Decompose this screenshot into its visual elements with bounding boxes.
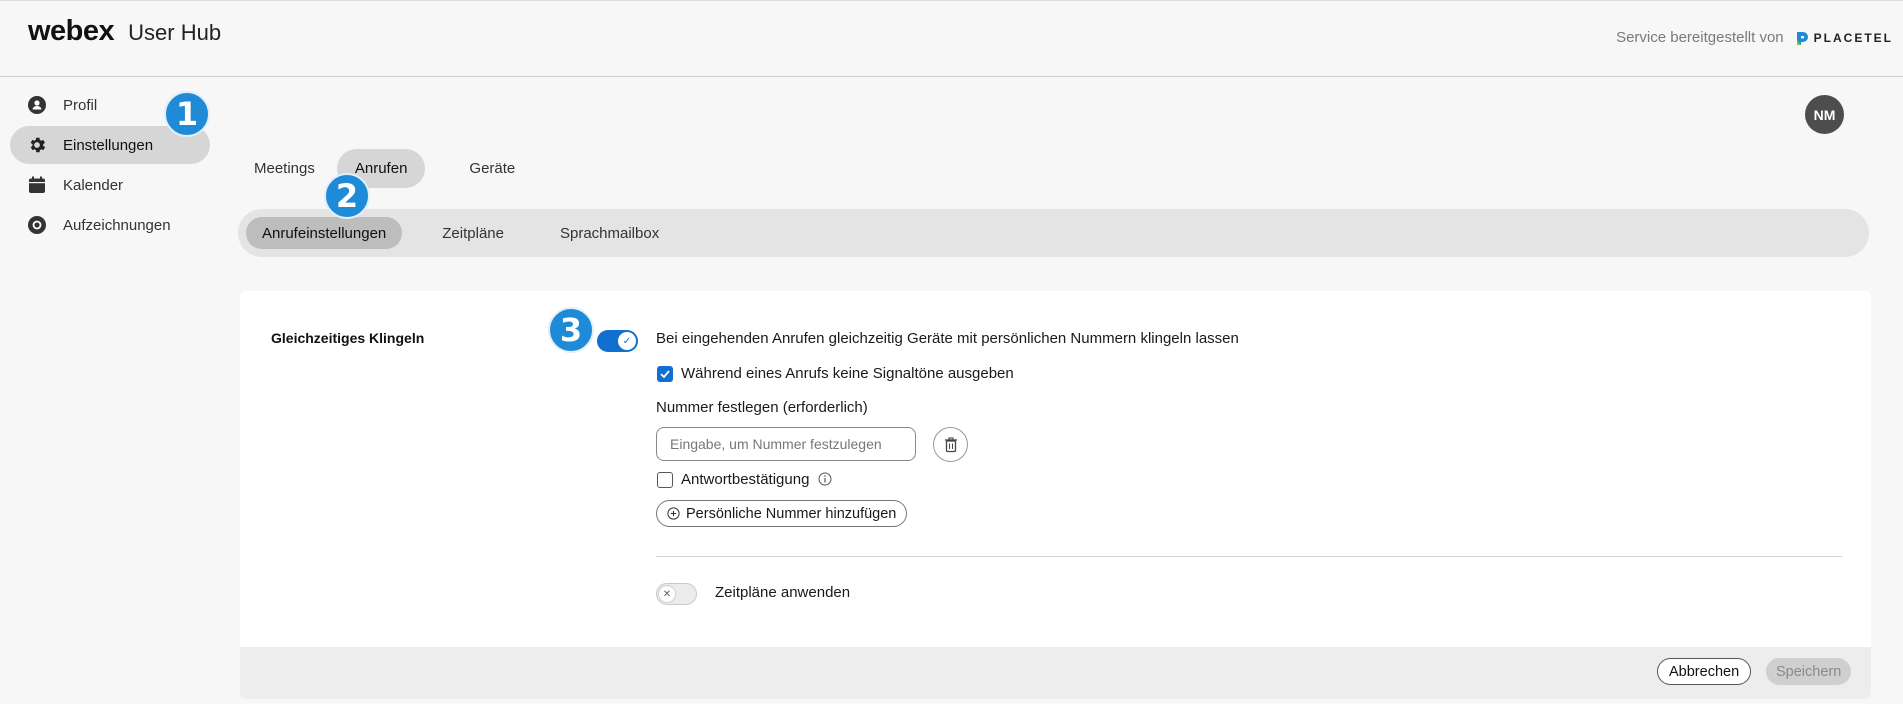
gear-icon (27, 135, 47, 155)
plus-circle-icon (667, 507, 680, 520)
provider-text: Service bereitgestellt von (1616, 29, 1784, 46)
section-title: Gleichzeitiges Klingeln (271, 330, 425, 346)
schedules-label: Zeitpläne anwenden (715, 584, 851, 601)
sidebar-item-label: Profil (63, 96, 98, 114)
add-number-label: Persönliche Nummer hinzufügen (686, 505, 897, 522)
card-footer (240, 647, 1871, 699)
x-icon: ✕ (658, 585, 676, 603)
schedules-toggle[interactable]: ✕ (656, 583, 697, 605)
simultaneous-ring-toggle[interactable]: ✓ (597, 330, 638, 352)
cancel-button[interactable]: Abbrechen (1657, 658, 1752, 685)
tab-geraete[interactable]: Geräte (455, 149, 529, 188)
subtab-zeitplaene[interactable]: Zeitpläne (426, 217, 520, 249)
checkmark-icon (660, 370, 670, 379)
sidebar-item-label: Einstellungen (63, 136, 154, 154)
placetel-logo-icon (1796, 31, 1808, 45)
profile-icon (27, 95, 47, 115)
step-badge-2: 2 (324, 173, 370, 219)
tab-meetings[interactable]: Meetings (240, 149, 329, 188)
provider-name: PLACETEL (1813, 30, 1893, 45)
webex-logo[interactable]: webex (28, 15, 115, 48)
save-button[interactable]: Speichern (1766, 658, 1852, 685)
provider-info: Service bereitgestellt von PLACETEL (1616, 29, 1893, 46)
user-avatar[interactable]: NM (1805, 95, 1844, 134)
answer-confirmation-label: Antwortbestätigung (681, 471, 810, 488)
answer-confirmation-checkbox[interactable] (657, 472, 673, 488)
no-tones-checkbox[interactable] (657, 366, 673, 382)
delete-number-button[interactable] (933, 427, 968, 462)
divider (656, 556, 1842, 557)
top-header: webex User Hub Service bereitgestellt vo… (0, 0, 1903, 77)
step-badge-3: 3 (548, 307, 594, 353)
settings-card: Gleichzeitiges Klingeln ✓ Bei eingehende… (240, 291, 1871, 699)
subtab-sprachmailbox[interactable]: Sprachmailbox (544, 217, 675, 249)
add-personal-number-button[interactable]: Persönliche Nummer hinzufügen (656, 500, 908, 527)
app-title: User Hub (128, 20, 222, 45)
calendar-icon (27, 175, 47, 195)
number-input[interactable] (656, 427, 916, 461)
main-tabs: Meetings Anrufen Geräte (240, 149, 529, 188)
step-badge-1: 1 (164, 91, 210, 137)
brand: webex User Hub (28, 15, 221, 48)
sub-tabs: Anrufeinstellungen Zeitpläne Sprachmailb… (238, 209, 1869, 257)
sidebar-item-kalender[interactable]: Kalender (10, 166, 210, 204)
sidebar-item-label: Kalender (63, 176, 124, 194)
provider-logo: PLACETEL (1794, 30, 1893, 46)
trash-icon (944, 436, 957, 452)
number-label: Nummer festlegen (erforderlich) (656, 399, 868, 416)
recording-icon (27, 215, 47, 235)
sidebar-item-aufzeichnungen[interactable]: Aufzeichnungen (10, 206, 210, 244)
sidebar-item-label: Aufzeichnungen (63, 216, 171, 234)
ring-description: Bei eingehenden Anrufen gleichzeitig Ger… (656, 330, 1239, 347)
no-tones-label: Während eines Anrufs keine Signaltöne au… (681, 365, 1014, 382)
subtab-anrufeinstellungen[interactable]: Anrufeinstellungen (246, 217, 403, 249)
info-icon[interactable] (818, 472, 832, 486)
check-icon: ✓ (618, 332, 636, 350)
